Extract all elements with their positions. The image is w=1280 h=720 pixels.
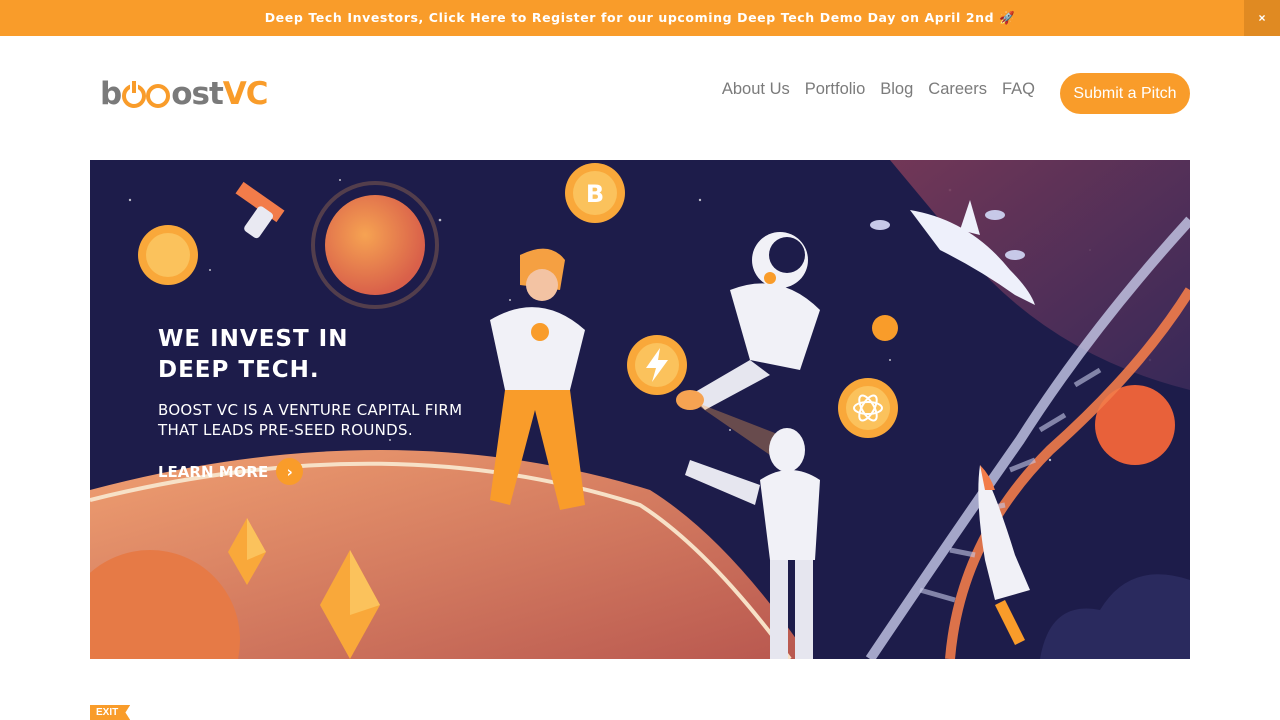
hero-headline-line1: WE INVEST IN — [158, 326, 349, 352]
logo-text-b: b — [100, 76, 122, 112]
submit-pitch-button[interactable]: Submit a Pitch — [1060, 73, 1190, 114]
main-nav: About Us Portfolio Blog Careers FAQ — [722, 80, 1035, 99]
hero-headline-line2: DEEP TECH. — [158, 357, 320, 383]
nav-careers[interactable]: Careers — [928, 80, 987, 99]
bitcoin-icon: B — [565, 163, 625, 223]
logo-text-ost: ost — [171, 76, 224, 112]
boostvc-logo[interactable]: b ost VC — [100, 76, 269, 112]
orange-planet — [325, 195, 425, 295]
nav-blog[interactable]: Blog — [880, 80, 913, 99]
hero-copy: WE INVEST IN DEEP TECH. BOOST VC IS A VE… — [158, 324, 498, 485]
logo-text-vc: VC — [222, 76, 269, 112]
hero-banner[interactable]: B WE INVEST IN DEEP TECH. BOOST VC IS A … — [90, 160, 1190, 659]
hero-subtitle-line2: THAT LEADS PRE-SEED ROUNDS. — [158, 421, 413, 439]
announcement-link[interactable]: Deep Tech Investors, Click Here to Regis… — [265, 10, 1016, 26]
announcement-bar: Deep Tech Investors, Click Here to Regis… — [0, 0, 1280, 36]
chevron-right-icon: › — [276, 458, 304, 485]
learn-more-link[interactable]: LEARN MORE › — [158, 458, 498, 485]
close-icon[interactable]: × — [1244, 0, 1280, 36]
nav-portfolio[interactable]: Portfolio — [805, 80, 866, 99]
hero-subtitle-line1: BOOST VC IS A VENTURE CAPITAL FIRM — [158, 401, 463, 419]
learn-more-label: LEARN MORE — [158, 462, 269, 481]
atom-icon — [838, 378, 898, 438]
nav-about-us[interactable]: About Us — [722, 80, 790, 99]
site-header: b ost VC About Us Portfolio Blog Careers… — [0, 36, 1280, 160]
tiny-planet — [872, 315, 898, 341]
svg-text:B: B — [586, 180, 604, 208]
lightning-icon — [627, 335, 687, 395]
nav-faq[interactable]: FAQ — [1002, 80, 1035, 99]
logo-power-icon — [122, 80, 171, 108]
headphones-icon — [138, 225, 198, 285]
exit-badge[interactable]: EXIT — [90, 705, 131, 720]
